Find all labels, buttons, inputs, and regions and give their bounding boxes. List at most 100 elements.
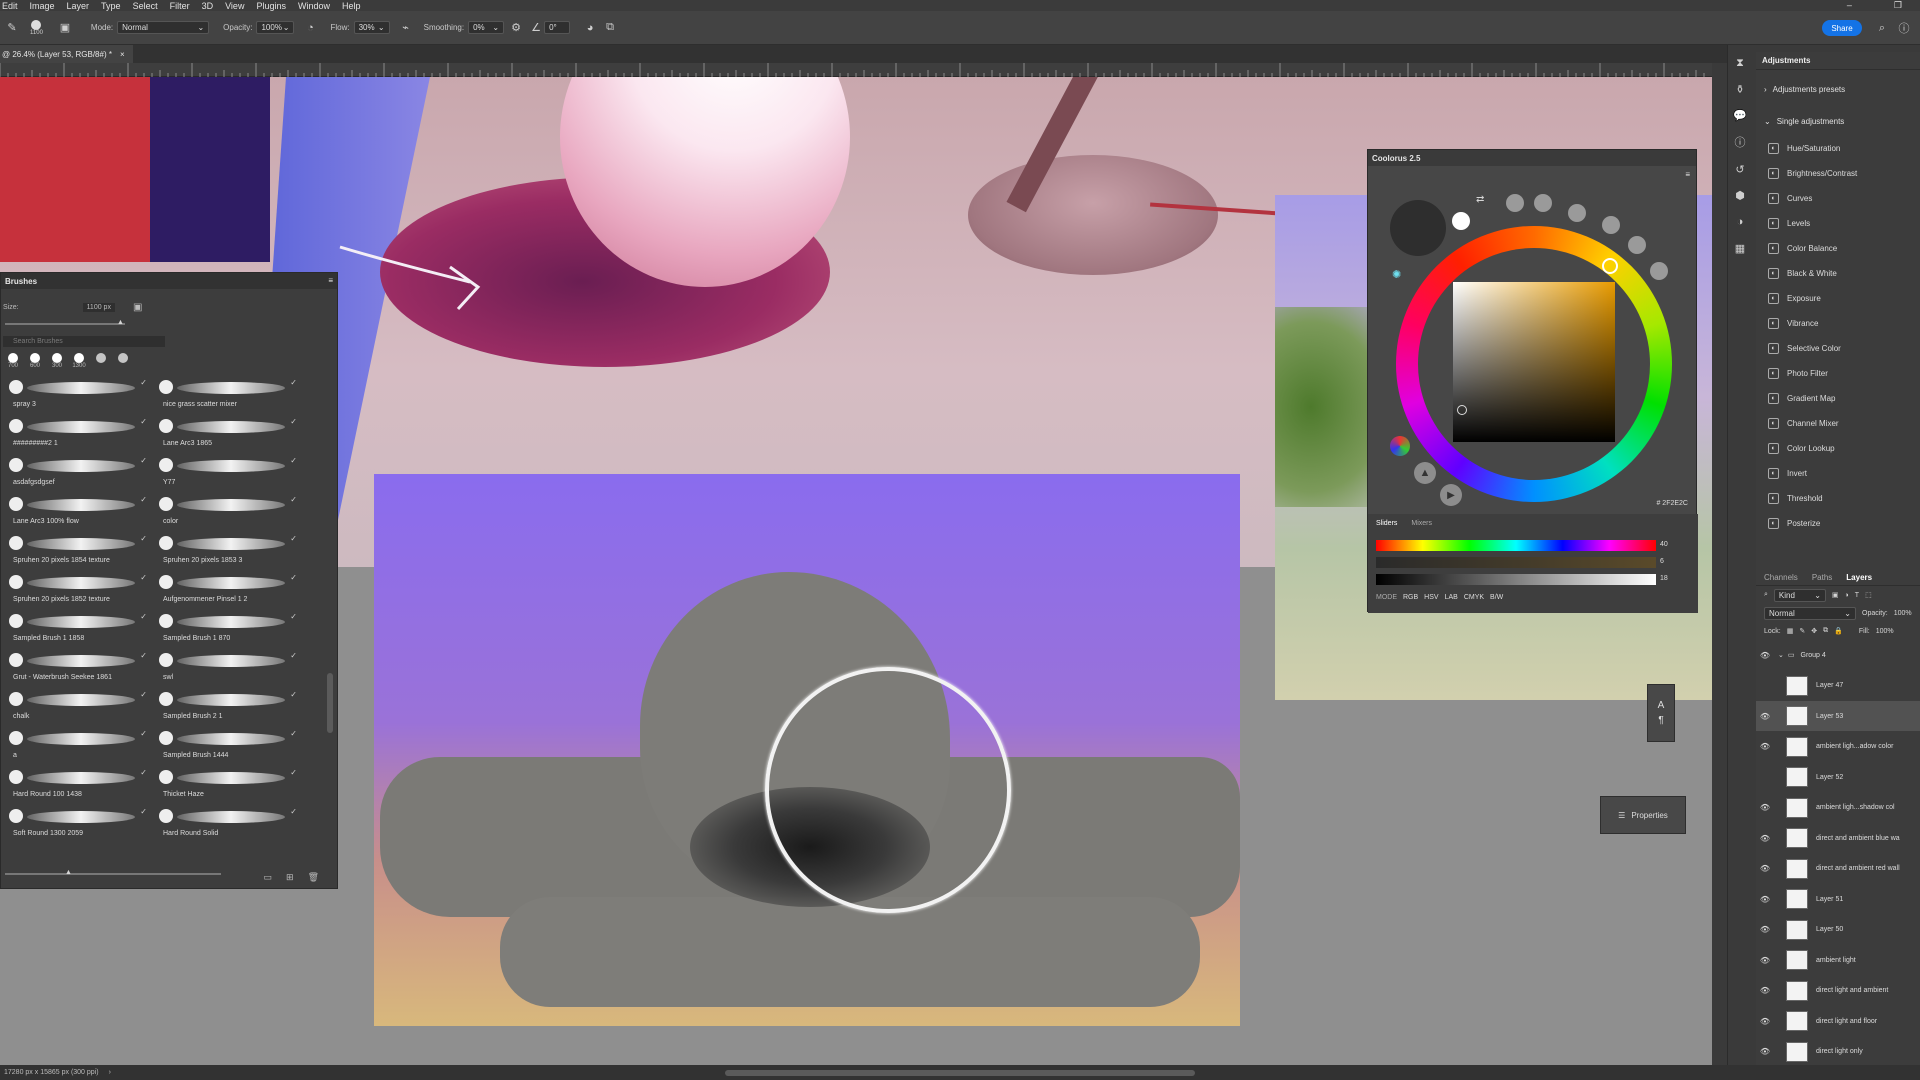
- visibility-eye-icon[interactable]: 👁: [1756, 895, 1774, 904]
- paint-bucket-icon[interactable]: ⚱: [1732, 81, 1748, 97]
- smoothing-field[interactable]: 0% ⌄: [468, 21, 505, 34]
- panel-menu-icon[interactable]: ≡: [328, 276, 333, 285]
- brush-list-scrollbar[interactable]: [327, 673, 333, 733]
- visibility-eye-icon[interactable]: 👁: [1756, 712, 1774, 721]
- blend-mode-dropdown[interactable]: Normal ⌄: [1764, 606, 1856, 620]
- info-icon[interactable]: ⓘ: [1732, 134, 1748, 150]
- background-color-swatch[interactable]: [1452, 212, 1470, 230]
- adjustments-presets-toggle[interactable]: › Adjustments presets: [1756, 80, 1920, 98]
- brush-edit-icon[interactable]: ▣: [133, 302, 142, 313]
- brush-preset-item[interactable]: ✓ nice grass scatter mixer: [155, 376, 301, 412]
- visibility-eye-icon[interactable]: 👁: [1756, 986, 1774, 995]
- light-mode-icon[interactable]: ✺: [1392, 268, 1401, 281]
- layer-kind-dropdown[interactable]: Kind ⌄: [1773, 588, 1826, 602]
- menu-plugins[interactable]: Plugins: [256, 1, 286, 11]
- visibility-eye-icon[interactable]: 👁: [1756, 1017, 1774, 1026]
- brush-preset-item[interactable]: ✓ Sampled Brush 1 870: [155, 610, 301, 646]
- brush-preset[interactable]: [93, 353, 109, 371]
- menu-help[interactable]: Help: [342, 1, 361, 11]
- brush-preset-picker[interactable]: 1100: [30, 19, 43, 36]
- brush-size-slider[interactable]: ▲: [5, 319, 125, 326]
- gamut-shape-icon[interactable]: [1534, 194, 1552, 212]
- brush-preset-item[interactable]: ✓ chalk: [5, 688, 151, 724]
- brush-preset-item[interactable]: ✓ Grut - Waterbrush Seekee 1861: [5, 649, 151, 685]
- hue-slider-value[interactable]: 40: [1660, 541, 1668, 548]
- layer-row[interactable]: 👁 Layer 50: [1756, 915, 1920, 945]
- tab-mixers[interactable]: Mixers: [1411, 520, 1432, 527]
- filter-shape-icon[interactable]: ⬚: [1865, 591, 1872, 599]
- adjustment-item[interactable]: ◐ Black & White: [1756, 261, 1920, 286]
- trash-icon[interactable]: 🗑: [308, 872, 319, 883]
- layer-row[interactable]: 👁 direct and ambient red wall: [1756, 854, 1920, 884]
- fill-value[interactable]: 100%: [1876, 628, 1894, 635]
- lock-artboard-icon[interactable]: ⧉: [1823, 627, 1828, 635]
- brush-preset-item[interactable]: ✓ Hard Round 100 1438: [5, 766, 151, 802]
- airbrush-icon[interactable]: ⌁: [398, 20, 414, 36]
- history-brush-icon[interactable]: ↺: [1732, 161, 1748, 177]
- character-icon[interactable]: A: [1658, 700, 1665, 711]
- 3d-cube-icon[interactable]: ⬢: [1732, 188, 1748, 204]
- brush-preset-item[interactable]: ✓ a: [5, 727, 151, 763]
- brush-preset[interactable]: 300: [49, 353, 65, 371]
- angle-field[interactable]: 0°: [544, 21, 571, 34]
- brush-tool-icon[interactable]: ✎: [4, 20, 20, 36]
- add-brush-icon[interactable]: ⊞: [286, 872, 294, 883]
- layer-row[interactable]: 👁 direct and ambient blue wa: [1756, 823, 1920, 853]
- flow-field[interactable]: 30% ⌄: [353, 21, 390, 34]
- layer-row[interactable]: 👁 direct light only: [1756, 1037, 1920, 1067]
- visibility-eye-icon[interactable]: 👁: [1756, 834, 1774, 843]
- brush-preset[interactable]: 600: [27, 353, 43, 371]
- brush-preset-item[interactable]: ✓ Soft Round 1300 2059: [5, 805, 151, 838]
- gamut-shape-icon[interactable]: [1628, 236, 1646, 254]
- mode-bw[interactable]: B/W: [1490, 594, 1503, 601]
- swatches-icon[interactable]: ▦: [1732, 240, 1748, 256]
- share-button[interactable]: Share: [1822, 20, 1862, 36]
- brush-preset-item[interactable]: ✓ Hard Round Solid: [155, 805, 301, 838]
- tab-paths[interactable]: Paths: [1812, 573, 1832, 582]
- brush-search-input[interactable]: Search Brushes: [3, 336, 165, 347]
- brush-preset-item[interactable]: ✓ Thicket Haze: [155, 766, 301, 802]
- menu-window[interactable]: Window: [298, 1, 330, 11]
- layer-row[interactable]: 👁 ambient ligh...adow color: [1756, 732, 1920, 762]
- brush-preset-item[interactable]: ✓ Lane Arc3 100% flow: [5, 493, 151, 529]
- layer-row[interactable]: Layer 47: [1756, 671, 1920, 701]
- brush-preset-item[interactable]: ✓ Lane Arc3 1865: [155, 415, 301, 451]
- layer-row[interactable]: 👁 ambient ligh...shadow col: [1756, 793, 1920, 823]
- brush-preset[interactable]: 1300: [71, 353, 87, 371]
- adjustment-item[interactable]: ◐ Posterize: [1756, 511, 1920, 536]
- adjustment-item[interactable]: ◐ Channel Mixer: [1756, 411, 1920, 436]
- mode-hsv[interactable]: HSV: [1424, 594, 1438, 601]
- triangle-mode-icon[interactable]: ▲: [1414, 462, 1436, 484]
- brush-preset-item[interactable]: ✓ Aufgenommener Pinsel 1 2: [155, 571, 301, 607]
- gamut-shape-icon[interactable]: [1506, 194, 1524, 212]
- layer-row[interactable]: 👁 Layer 53: [1756, 701, 1920, 731]
- brush-preset-item[interactable]: ✓ color: [155, 493, 301, 529]
- menu-layer[interactable]: Layer: [67, 1, 90, 11]
- adjustment-item[interactable]: ◐ Color Balance: [1756, 236, 1920, 261]
- hue-slider[interactable]: [1376, 540, 1656, 551]
- mode-cmyk[interactable]: CMYK: [1464, 594, 1484, 601]
- restore-icon[interactable]: ❐: [1894, 0, 1902, 11]
- brush-preset[interactable]: 700: [5, 353, 21, 371]
- visibility-eye-icon[interactable]: 👁: [1756, 925, 1774, 934]
- gear-icon[interactable]: ⚙: [508, 20, 524, 36]
- lock-position-icon[interactable]: ✥: [1811, 627, 1817, 635]
- adjustment-item[interactable]: ◐ Vibrance: [1756, 311, 1920, 336]
- symmetry-icon[interactable]: ⧉: [602, 20, 618, 36]
- play-icon[interactable]: ▶: [1440, 484, 1462, 506]
- brush-preset-item[interactable]: ✓ Sampled Brush 1444: [155, 727, 301, 763]
- hue-handle-icon[interactable]: [1602, 258, 1618, 274]
- brush-preset[interactable]: [115, 353, 131, 371]
- color-mixer-icon[interactable]: [1390, 436, 1410, 456]
- layer-opacity-value[interactable]: 100%: [1894, 610, 1912, 617]
- brush-preset-item[interactable]: ✓ #########2 1: [5, 415, 151, 451]
- color-icon[interactable]: ◑: [1732, 214, 1748, 230]
- adjustment-item[interactable]: ◐ Color Lookup: [1756, 436, 1920, 461]
- adjustment-item[interactable]: ◐ Selective Color: [1756, 336, 1920, 361]
- tab-layers[interactable]: Layers: [1846, 573, 1872, 582]
- help-icon[interactable]: ⓘ: [1896, 20, 1912, 36]
- single-adjustments-toggle[interactable]: ⌄ Single adjustments: [1756, 112, 1920, 130]
- tab-channels[interactable]: Channels: [1764, 573, 1798, 582]
- folder-icon[interactable]: ▭: [264, 872, 273, 883]
- pressure-opacity-icon[interactable]: ◔: [302, 20, 318, 36]
